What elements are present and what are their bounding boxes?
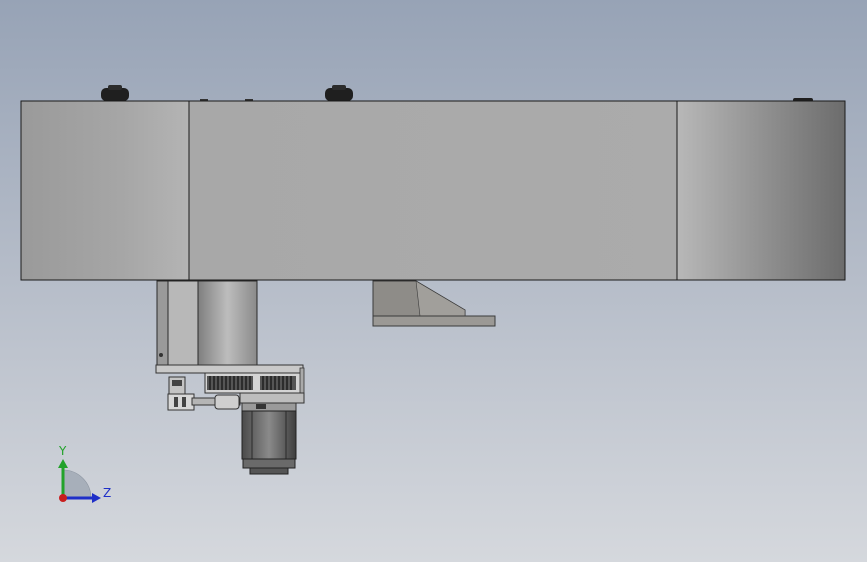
beam-center-section[interactable] [188,100,678,281]
mounting-bracket[interactable] [372,280,496,327]
z-axis-label: Z [103,486,111,500]
x-axis-point [59,494,67,502]
z-axis-arrow [92,493,101,503]
y-axis-label: Y [58,444,67,458]
support-column[interactable] [156,280,199,370]
servo-motor[interactable] [241,402,297,475]
adjust-knob-center [325,85,353,101]
support-cylinder[interactable] [197,280,258,368]
triad-arc [62,469,92,499]
beam-left-section[interactable] [20,100,190,281]
y-axis-arrow [58,459,68,468]
beam-right-section[interactable] [676,100,846,281]
adjust-knob-left [101,85,129,101]
orientation-triad[interactable]: Y Z [58,444,111,503]
cad-viewport[interactable]: Y Z [0,0,867,562]
gear-right [260,376,296,390]
beam-housing[interactable] [20,100,846,281]
gear-left [207,376,253,390]
